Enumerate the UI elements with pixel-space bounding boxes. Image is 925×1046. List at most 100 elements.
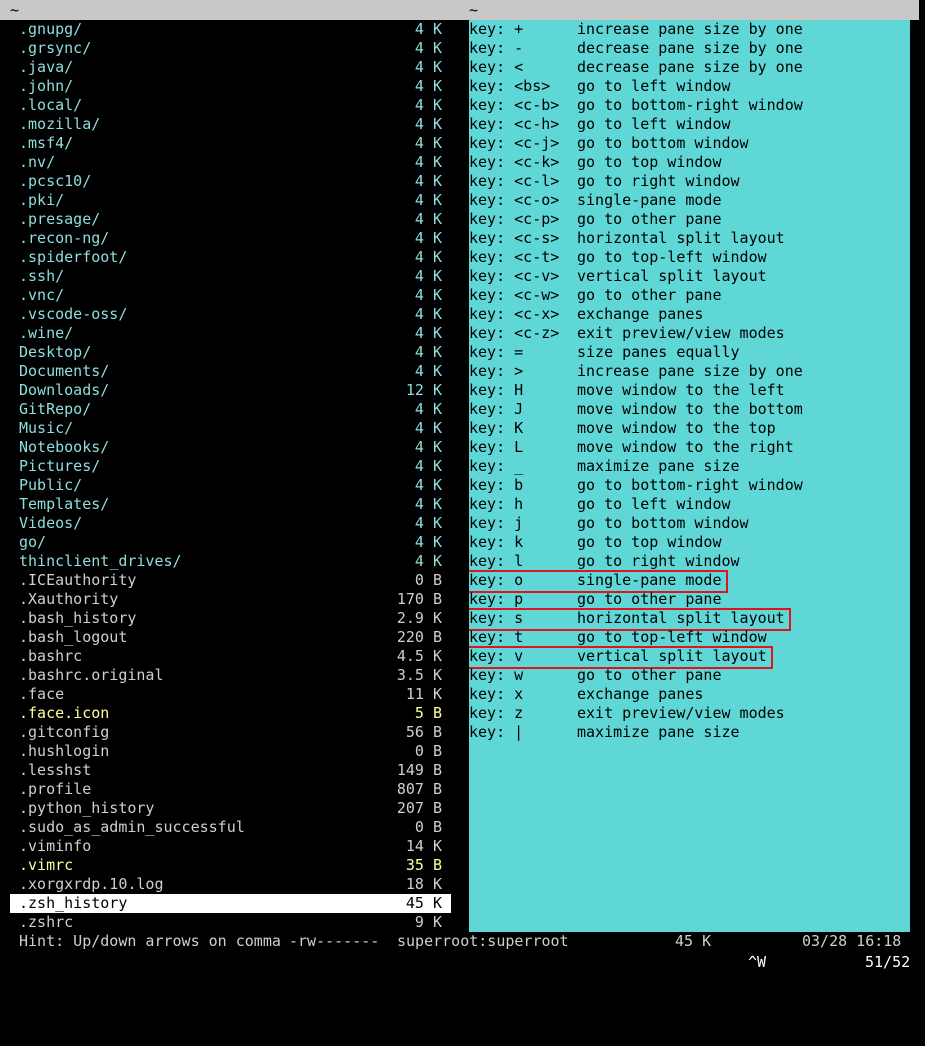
directory-entry[interactable]: .john/4 K [10, 77, 451, 96]
entry-size: 4 K [414, 514, 442, 532]
directory-entry[interactable]: .presage/4 K [10, 210, 451, 229]
entry-name: .john/ [19, 77, 74, 95]
keybinding-row: key: <c-t> go to top-left window [469, 248, 910, 267]
entry-name: .bashrc.original [19, 666, 164, 684]
file-entry[interactable]: .face.icon 5 B [10, 704, 451, 723]
directory-entry[interactable]: .mozilla/4 K [10, 115, 451, 134]
directory-entry[interactable]: .recon-ng/4 K [10, 229, 451, 248]
keybinding-row: key: x exchange panes [469, 685, 910, 704]
file-entry[interactable]: .face 11 K [10, 685, 451, 704]
key-label: key: <c-o> [469, 191, 560, 209]
command-bar: ^W 51/52 [0, 951, 925, 973]
directory-entry[interactable]: Documents/4 K [10, 362, 451, 381]
key-label: key: h [469, 495, 524, 513]
directory-entry[interactable]: go/4 K [10, 533, 451, 552]
entry-size: 12 K [405, 381, 442, 399]
directory-entry[interactable]: GitRepo/4 K [10, 400, 451, 419]
directory-entry[interactable]: Desktop/4 K [10, 343, 451, 362]
key-label: key: k [469, 533, 524, 551]
entry-name: Documents/ [19, 362, 110, 380]
entry-size: 4 K [414, 286, 442, 304]
file-entry[interactable]: .sudo_as_admin_successful 0 B [10, 818, 451, 837]
directory-entry[interactable]: Templates/4 K [10, 495, 451, 514]
directory-entry[interactable]: Public/4 K [10, 476, 451, 495]
file-entry[interactable]: .zsh_history 45 K [10, 894, 451, 913]
status-datetime: 03/28 16:18 [802, 932, 902, 950]
file-entry[interactable]: .bashrc.original 3.5 K [10, 666, 451, 685]
key-description: vertical split layout [577, 647, 767, 665]
file-entry[interactable]: .hushlogin 0 B [10, 742, 451, 761]
entry-size: 4 K [414, 343, 442, 361]
key-label: key: L [469, 438, 524, 456]
key-label: key: - [469, 39, 524, 57]
file-entry[interactable]: .profile 807 B [10, 780, 451, 799]
key-description: horizontal split layout [577, 609, 785, 627]
directory-entry[interactable]: Videos/4 K [10, 514, 451, 533]
keybinding-row: key: <c-o> single-pane mode [469, 191, 910, 210]
directory-entry[interactable]: .java/4 K [10, 58, 451, 77]
keybinding-row: key: j go to bottom window [469, 514, 910, 533]
keybinding-row: key: <c-j> go to bottom window [469, 134, 910, 153]
directory-entry[interactable]: .msf4/4 K [10, 134, 451, 153]
file-entry[interactable]: .Xauthority 170 B [10, 590, 451, 609]
entry-size: 4 K [414, 400, 442, 418]
entry-size: 4 K [414, 305, 442, 323]
keybinding-row: key: <c-h> go to left window [469, 115, 910, 134]
entry-size: 4 K [414, 191, 442, 209]
key-description: go to other pane [577, 286, 722, 304]
directory-entry[interactable]: .grsync/4 K [10, 39, 451, 58]
file-entry[interactable]: .gitconfig 56 B [10, 723, 451, 742]
directory-entry[interactable]: .pki/4 K [10, 191, 451, 210]
directory-entry[interactable]: Music/4 K [10, 419, 451, 438]
entry-size: 4 K [414, 134, 442, 152]
key-description: decrease pane size by one [577, 58, 803, 76]
file-entry[interactable]: .bashrc 4.5 K [10, 647, 451, 666]
file-entry[interactable]: .zshrc 9 K [10, 913, 451, 932]
directory-entry[interactable]: .local/4 K [10, 96, 451, 115]
file-entry[interactable]: .python_history 207 B [10, 799, 451, 818]
entry-size: 4 K [414, 495, 442, 513]
directory-entry[interactable]: Pictures/4 K [10, 457, 451, 476]
key-label: key: | [469, 723, 524, 741]
directory-entry[interactable]: .wine/4 K [10, 324, 451, 343]
file-list-pane[interactable]: .gnupg/4 K .grsync/4 K .java/4 K .john/4 K.… [10, 20, 451, 932]
key-label: key: <c-k> [469, 153, 560, 171]
entry-size: 4 K [414, 324, 442, 342]
entry-name: .Xauthority [19, 590, 119, 608]
file-entry[interactable]: .xorgxrdp.10.log 18 K [10, 875, 451, 894]
entry-size: 207 B [396, 799, 442, 817]
entry-size: 35 B [405, 856, 442, 874]
file-entry[interactable]: .viminfo 14 K [10, 837, 451, 856]
entry-size: 4 K [414, 172, 442, 190]
key-label: key: z [469, 704, 524, 722]
key-description: exit preview/view modes [577, 704, 785, 722]
keybinding-row: key: H move window to the left [469, 381, 910, 400]
entry-name: go/ [19, 533, 47, 551]
file-entry[interactable]: .bash_history 2.9 K [10, 609, 451, 628]
keybinding-help-pane[interactable]: key: + increase pane size by one key: - dec… [469, 20, 910, 932]
directory-entry[interactable]: Downloads/12 K [10, 381, 451, 400]
directory-entry[interactable]: .vscode-oss/4 K [10, 305, 451, 324]
key-label: key: H [469, 381, 524, 399]
entry-name: .gitconfig [19, 723, 110, 741]
key-description: vertical split layout [577, 267, 767, 285]
directory-entry[interactable]: .nv/4 K [10, 153, 451, 172]
key-label: key: l [469, 552, 524, 570]
file-entry[interactable]: .lesshst 149 B [10, 761, 451, 780]
file-entry[interactable]: .vimrc 35 B [10, 856, 451, 875]
key-description: go to top window [577, 533, 722, 551]
entry-name: .local/ [19, 96, 83, 114]
right-pane-title: ~ [469, 1, 479, 19]
directory-entry[interactable]: .ssh/4 K [10, 267, 451, 286]
directory-entry[interactable]: Notebooks/4 K [10, 438, 451, 457]
directory-entry[interactable]: .pcsc10/4 K [10, 172, 451, 191]
directory-entry[interactable]: .gnupg/4 K [10, 20, 451, 39]
file-entry[interactable]: .bash_logout 220 B [10, 628, 451, 647]
entry-size: 4 K [414, 457, 442, 475]
entry-name: Downloads/ [19, 381, 110, 399]
directory-entry[interactable]: thinclient_drives/4 K [10, 552, 451, 571]
file-entry[interactable]: .ICEauthority 0 B [10, 571, 451, 590]
directory-entry[interactable]: .spiderfoot/4 K [10, 248, 451, 267]
entry-size: 2.9 K [396, 609, 442, 627]
directory-entry[interactable]: .vnc/4 K [10, 286, 451, 305]
